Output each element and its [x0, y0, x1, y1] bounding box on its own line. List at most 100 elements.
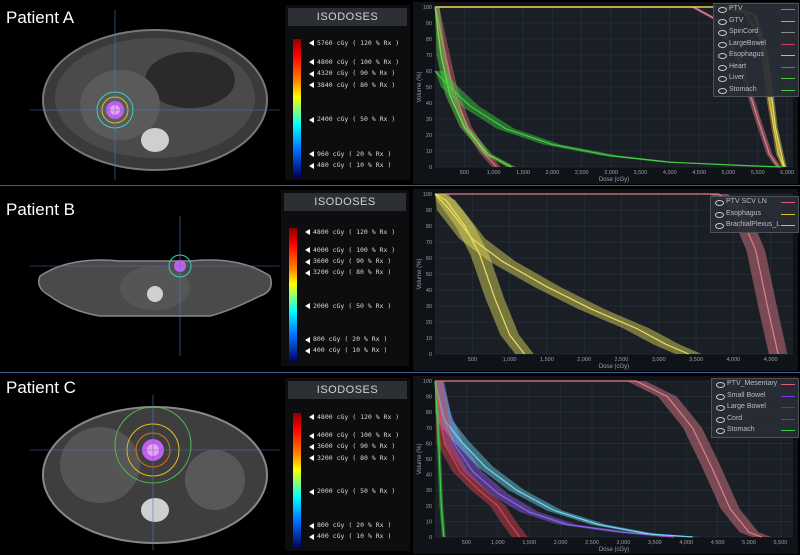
legend-item[interactable]: PTV_Mesentary: [712, 379, 798, 391]
isodose-colorbar: [293, 39, 301, 177]
legend-label: SpinCord: [729, 28, 759, 35]
eye-icon[interactable]: [716, 393, 725, 400]
isodose-unit: cGy (: [332, 487, 361, 496]
isodose-level: 800 cGy ( 20 % Rx ): [313, 335, 387, 343]
isodose-marker-icon: [309, 162, 314, 169]
y-tick-label: 30: [426, 117, 432, 123]
legend-item[interactable]: Heart: [714, 62, 798, 74]
isodose-unit: cGy (: [332, 38, 361, 47]
legend-item[interactable]: Large Bowel: [712, 402, 798, 414]
eye-icon[interactable]: [715, 211, 724, 218]
isodose-percent: 120: [360, 412, 372, 421]
isodose-unit: % Rx ): [367, 227, 396, 236]
legend-item[interactable]: PTV: [714, 4, 798, 16]
y-tick-label: 40: [426, 101, 432, 107]
eye-icon[interactable]: [715, 223, 724, 229]
isodose-dose: 960: [317, 149, 329, 158]
legend-item[interactable]: Small Bowel: [712, 391, 798, 403]
isodose-percent: 80: [360, 453, 368, 462]
eye-icon[interactable]: [718, 41, 727, 48]
isodose-percent: 50: [360, 487, 368, 496]
y-axis-label: Volume (%): [417, 71, 423, 102]
x-tick-label: 5,000: [742, 540, 756, 546]
x-tick-label: 2,000: [545, 170, 559, 176]
eye-icon[interactable]: [718, 18, 727, 25]
isodose-marker-icon: [305, 347, 310, 354]
legend-item[interactable]: Cord: [712, 414, 798, 426]
y-tick-label: 20: [426, 320, 432, 326]
isodose-unit: % Rx ): [363, 521, 392, 529]
legend-item[interactable]: Stomach: [714, 85, 798, 97]
legend-item[interactable]: Stomach: [712, 425, 798, 437]
isodose-dose: 3200: [317, 453, 333, 462]
x-tick-label: 3,000: [617, 540, 631, 546]
ct-slice-image: [30, 395, 280, 550]
isodose-unit: cGy (: [328, 227, 357, 236]
eye-icon[interactable]: [718, 53, 727, 59]
x-tick-label: 3,000: [652, 357, 666, 363]
legend-label: GTV: [729, 16, 744, 24]
legend-item[interactable]: Esophagus: [714, 50, 798, 62]
isodose-unit: cGy (: [328, 521, 357, 529]
legend-item[interactable]: BrachialPlexus_L: [711, 220, 798, 232]
isodose-level: 4800 cGy ( 120 % Rx ): [317, 413, 399, 421]
legend-item[interactable]: SpinCord: [714, 27, 798, 39]
legend-item[interactable]: PTV SCV LN: [711, 197, 798, 209]
isodose-unit: % Rx ): [367, 453, 396, 462]
x-tick-label: 2,500: [575, 170, 589, 176]
isodose-percent: 50: [356, 301, 364, 310]
y-tick-label: 50: [426, 85, 432, 91]
eye-icon[interactable]: [716, 428, 725, 434]
isodose-marker-icon: [305, 229, 310, 235]
isodose-unit: % Rx ): [367, 245, 396, 254]
eye-icon[interactable]: [718, 64, 727, 71]
legend-swatch: [781, 55, 795, 56]
legend-label: Stomach: [727, 426, 755, 433]
isodose-percent: 10: [356, 161, 364, 169]
legend-item[interactable]: LargeBowel: [714, 39, 798, 51]
legend-swatch: [781, 384, 795, 385]
isodose-unit: cGy (: [332, 453, 361, 462]
isodose-unit: cGy (: [328, 532, 357, 541]
legend-label: Cord: [727, 414, 743, 422]
legend-item[interactable]: Esophagus: [711, 209, 798, 221]
isodose-unit: cGy (: [332, 442, 361, 451]
isodose-unit: cGy (: [328, 268, 357, 277]
legend-item[interactable]: Liver: [714, 73, 798, 85]
x-tick-label: 5,500: [751, 170, 765, 176]
isodose-level: 400 cGy ( 10 % Rx ): [313, 346, 387, 354]
eye-icon[interactable]: [716, 416, 725, 423]
isodose-level: 3200 cGy ( 80 % Rx ): [313, 268, 391, 276]
isodose-unit: % Rx ): [371, 38, 400, 47]
y-tick-label: 50: [426, 457, 432, 463]
eye-icon[interactable]: [716, 382, 725, 388]
isodose-unit: % Rx ): [363, 268, 392, 277]
isodose-level: 960 cGy ( 20 % Rx ): [317, 150, 391, 158]
y-tick-label: 100: [423, 379, 432, 385]
isodose-unit: % Rx ): [367, 80, 396, 89]
legend-item[interactable]: GTV: [714, 16, 798, 28]
eye-icon[interactable]: [715, 200, 724, 206]
isodose-unit: % Rx ): [367, 442, 396, 451]
isodose-colorbar: [293, 413, 301, 548]
eye-icon[interactable]: [718, 76, 727, 82]
x-tick-label: 5,000: [722, 170, 736, 176]
legend-label: Large Bowel: [727, 403, 766, 410]
eye-icon[interactable]: [718, 30, 727, 36]
isodose-percent: 50: [360, 115, 368, 123]
isodose-unit: % Rx ): [367, 115, 396, 123]
isodose-dose: 3840: [317, 80, 333, 89]
eye-icon[interactable]: [718, 87, 727, 94]
isodose-unit: % Rx ): [363, 301, 392, 310]
patient-a-row: Patient A ISODOSES 5760 cGy ( 120 % Rx )…: [0, 0, 800, 185]
isodose-marker-icon: [309, 443, 314, 450]
isodose-level: 2000 cGy ( 50 % Rx ): [313, 302, 391, 310]
x-tick-label: 500: [460, 170, 469, 176]
eye-icon[interactable]: [718, 7, 727, 13]
isodose-level: 4800 cGy ( 120 % Rx ): [313, 228, 395, 236]
isodose-dose: 4800: [317, 57, 333, 66]
y-tick-label: 10: [426, 149, 432, 155]
eye-icon[interactable]: [716, 405, 725, 411]
isodose-level: 4000 cGy ( 100 % Rx ): [317, 431, 399, 439]
isodose-unit: cGy (: [328, 245, 357, 254]
